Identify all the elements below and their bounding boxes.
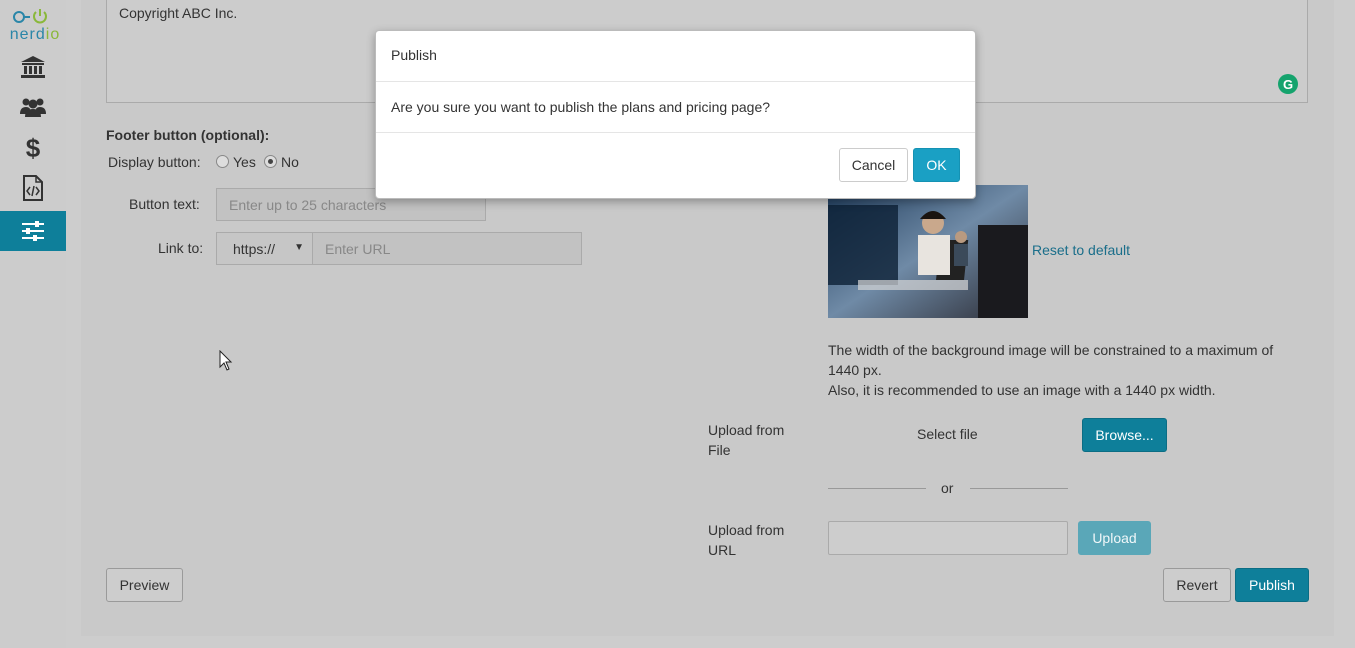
upload-from-file-label: Upload from File [708,422,785,458]
sliders-icon [22,221,44,241]
sidebar-item-users[interactable] [0,87,66,127]
note-line-3: Also, it is recommended to use an image … [828,382,1216,398]
divider-right [970,488,1068,489]
bank-icon [21,56,45,78]
image-url-input[interactable] [828,521,1068,555]
dollar-icon: $ [26,135,41,161]
sidebar-item-accounts[interactable] [0,47,66,87]
sidebar-item-billing[interactable]: $ [0,128,66,168]
svg-text:$: $ [26,135,41,161]
protocol-select[interactable]: https:// ▼ [216,232,313,265]
radio-yes-label: Yes [233,154,256,170]
users-icon [20,98,46,117]
dialog-title: Publish [376,31,975,82]
sidebar: nerdio $ [0,0,66,648]
logo-text: nerdio [9,26,61,43]
radio-no[interactable] [264,155,277,168]
divider-left [828,488,926,489]
upload-from-url-label: Upload from URL [708,522,785,558]
display-no-option[interactable]: No [264,154,299,170]
radio-yes[interactable] [216,155,229,168]
nerdio-logo[interactable]: nerdio [4,6,64,43]
background-image-note: The width of the background image will b… [828,340,1273,400]
revert-button[interactable]: Revert [1163,568,1231,602]
footer-button-heading: Footer button (optional): [106,127,270,143]
button-text-label: Button text: [129,196,200,212]
browse-button[interactable]: Browse... [1082,418,1167,452]
publish-confirm-dialog: Publish Are you sure you want to publish… [375,30,976,199]
reset-to-default-link[interactable]: Reset to default [1032,242,1130,258]
dialog-message: Are you sure you want to publish the pla… [376,82,975,133]
cancel-button[interactable]: Cancel [839,148,908,182]
note-line-2: 1440 px. [828,362,882,378]
chevron-down-icon: ▼ [294,242,304,253]
preview-button[interactable]: Preview [106,568,183,602]
radio-no-label: No [281,154,299,170]
background-image-preview [828,185,1028,318]
code-file-icon [23,175,43,201]
upload-button[interactable]: Upload [1078,521,1151,555]
link-to-label: Link to: [158,240,204,256]
select-file-text: Select file [917,426,978,442]
sidebar-item-settings[interactable] [0,211,66,251]
protocol-value: https:// [233,240,276,257]
display-yes-option[interactable]: Yes [216,154,256,170]
publish-button[interactable]: Publish [1235,568,1309,602]
grammarly-icon[interactable]: G [1278,74,1298,94]
display-button-label: Display button: [108,154,201,170]
note-line-1: The width of the background image will b… [828,342,1274,358]
or-text: or [941,480,954,496]
ok-button[interactable]: OK [913,148,960,182]
copyright-text: Copyright ABC Inc. [119,5,238,21]
sidebar-item-scripts[interactable] [0,168,66,208]
mouse-pointer-icon [219,350,233,371]
logo-mark-icon [13,9,47,24]
url-input[interactable]: Enter URL [312,232,582,265]
